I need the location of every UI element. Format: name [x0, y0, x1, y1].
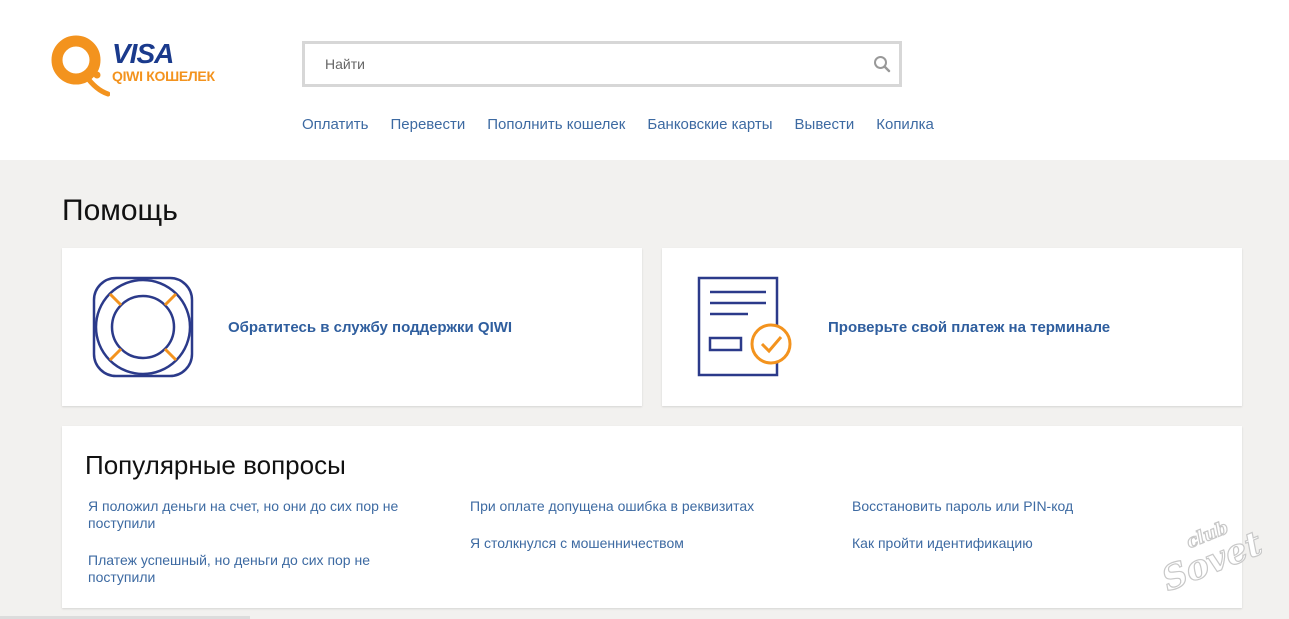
nav-item-bank-cards[interactable]: Банковские карты	[647, 116, 772, 133]
site-header: VISA QIWI КОШЕЛЕК Оплатить Перевести Поп…	[0, 0, 1289, 160]
faq-link[interactable]: Платеж успешный, но деньги до сих пор не…	[88, 552, 428, 586]
qiwi-logo[interactable]: VISA QIWI КОШЕЛЕК	[50, 34, 230, 98]
qiwi-logo-icon	[51, 35, 110, 97]
faq-link[interactable]: Я положил деньги на счет, но они до сих …	[88, 498, 428, 532]
receipt-check-icon	[697, 276, 792, 377]
page-title: Помощь	[62, 194, 178, 227]
support-card[interactable]: Обратитесь в службу поддержки QIWI	[62, 248, 642, 406]
nav-item-withdraw[interactable]: Вывести	[795, 116, 855, 133]
faq-column: Я положил деньги на счет, но они до сих …	[88, 498, 428, 606]
nav-item-top-up[interactable]: Пополнить кошелек	[487, 116, 625, 133]
search-icon[interactable]	[873, 55, 891, 73]
terminal-check-link[interactable]: Проверьте свой платеж на терминале	[828, 319, 1110, 336]
nav-item-piggy-bank[interactable]: Копилка	[876, 116, 934, 133]
faq-link[interactable]: Я столкнулся с мошенничеством	[470, 535, 840, 552]
search-box	[302, 41, 902, 87]
search-input[interactable]	[305, 44, 865, 84]
faq-section: Популярные вопросы Я положил деньги на с…	[62, 426, 1242, 608]
nav-item-transfer[interactable]: Перевести	[391, 116, 466, 133]
club-sovet-watermark: club Sovet	[1156, 517, 1262, 592]
faq-title: Популярные вопросы	[85, 450, 346, 480]
main-nav: Оплатить Перевести Пополнить кошелек Бан…	[302, 116, 956, 133]
terminal-check-card[interactable]: Проверьте свой платеж на терминале	[662, 248, 1242, 406]
nav-item-pay[interactable]: Оплатить	[302, 116, 369, 133]
faq-link[interactable]: При оплате допущена ошибка в реквизитах	[470, 498, 840, 515]
logo-subtitle: QIWI КОШЕЛЕК	[112, 68, 215, 84]
support-link[interactable]: Обратитесь в службу поддержки QIWI	[228, 319, 512, 336]
logo-brand-text: VISA	[112, 38, 174, 69]
faq-column: При оплате допущена ошибка в реквизитах …	[470, 498, 840, 572]
lifebuoy-icon	[92, 276, 194, 378]
